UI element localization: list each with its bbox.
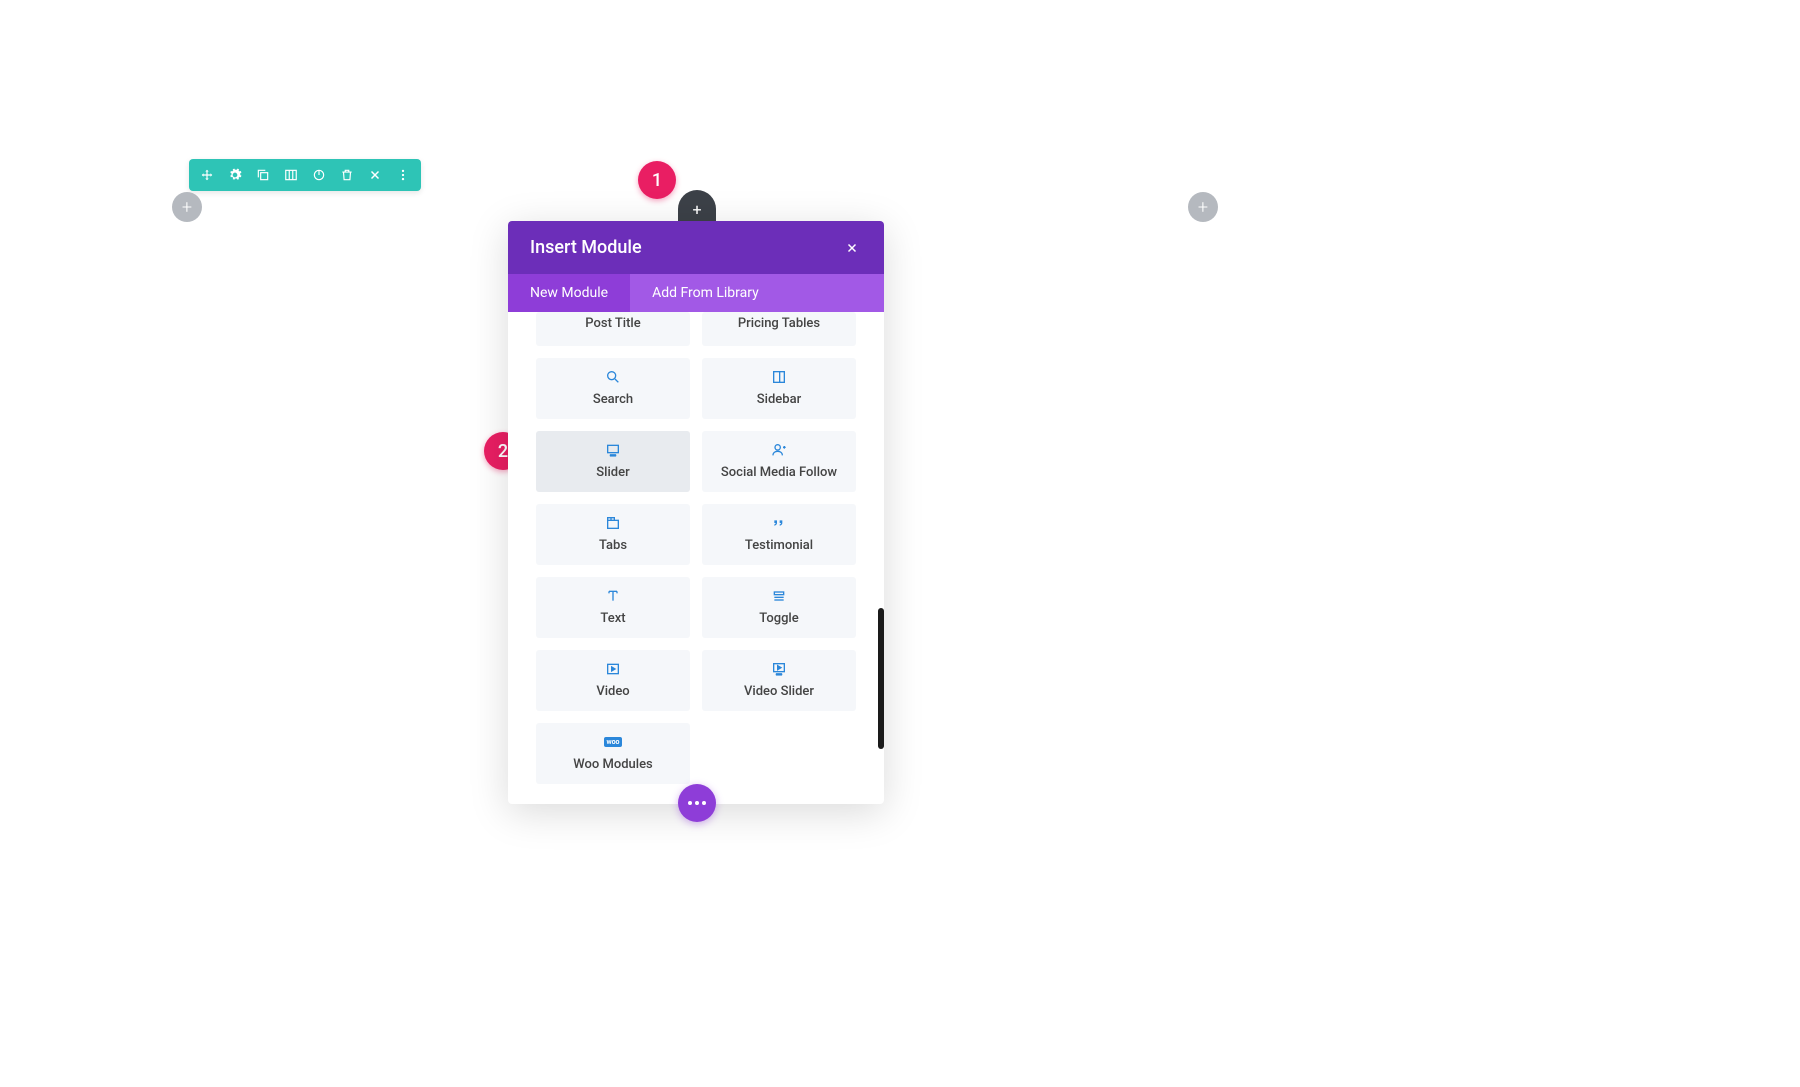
modal-header: Insert Module — [508, 221, 884, 274]
woo-icon: woo — [604, 733, 622, 751]
trash-icon[interactable] — [339, 167, 355, 183]
module-video-slider[interactable]: Video Slider — [702, 650, 856, 711]
module-slider[interactable]: Slider — [536, 431, 690, 492]
module-post-title[interactable]: Post Title — [536, 312, 690, 346]
add-column-left-button[interactable]: + — [172, 192, 202, 222]
sidebar-icon — [770, 368, 788, 386]
module-toggle[interactable]: Toggle — [702, 577, 856, 638]
video-icon — [604, 660, 622, 678]
module-testimonial[interactable]: Testimonial — [702, 504, 856, 565]
module-grid: Post Title Pricing Tables Search Sidebar — [536, 312, 856, 784]
more-icon[interactable] — [395, 167, 411, 183]
module-label: Pricing Tables — [738, 316, 820, 331]
module-label: Sidebar — [757, 392, 801, 407]
tab-new-module[interactable]: New Module — [508, 274, 630, 312]
columns-icon[interactable] — [283, 167, 299, 183]
module-label: Woo Modules — [573, 757, 653, 772]
module-video[interactable]: Video — [536, 650, 690, 711]
quote-icon — [770, 514, 788, 532]
module-label: Search — [593, 392, 633, 407]
module-label: Toggle — [759, 611, 798, 626]
module-label: Post Title — [585, 316, 640, 331]
slider-icon — [604, 441, 622, 459]
toggle-icon — [770, 587, 788, 605]
module-label: Video — [596, 684, 629, 699]
search-icon — [604, 368, 622, 386]
module-search[interactable]: Search — [536, 358, 690, 419]
tabs-icon — [604, 514, 622, 532]
tab-add-from-library[interactable]: Add From Library — [630, 274, 781, 312]
module-woo[interactable]: woo Woo Modules — [536, 723, 690, 784]
add-column-right-button[interactable]: + — [1188, 192, 1218, 222]
scrollbar[interactable] — [878, 608, 884, 749]
video-slider-icon — [770, 660, 788, 678]
modal-body: Post Title Pricing Tables Search Sidebar — [508, 312, 884, 804]
duplicate-icon[interactable] — [255, 167, 271, 183]
module-tabs[interactable]: Tabs — [536, 504, 690, 565]
gear-icon[interactable] — [227, 167, 243, 183]
module-label: Social Media Follow — [721, 465, 837, 480]
close-icon[interactable] — [842, 238, 862, 258]
annotation-marker-1: 1 — [638, 161, 676, 199]
module-label: Text — [600, 611, 625, 626]
move-icon[interactable] — [199, 167, 215, 183]
section-toolbar — [189, 159, 421, 191]
close-icon[interactable] — [367, 167, 383, 183]
insert-module-modal: Insert Module New Module Add From Librar… — [508, 221, 884, 804]
module-pricing-tables[interactable]: Pricing Tables — [702, 312, 856, 346]
module-label: Testimonial — [745, 538, 813, 553]
power-icon[interactable] — [311, 167, 327, 183]
modal-title: Insert Module — [530, 237, 642, 258]
social-icon — [770, 441, 788, 459]
module-label: Video Slider — [744, 684, 814, 699]
module-label: Tabs — [599, 538, 627, 553]
module-text[interactable]: Text — [536, 577, 690, 638]
module-label: Slider — [596, 465, 629, 480]
modal-tabs: New Module Add From Library — [508, 274, 884, 312]
module-sidebar[interactable]: Sidebar — [702, 358, 856, 419]
module-social-media-follow[interactable]: Social Media Follow — [702, 431, 856, 492]
dots-icon — [688, 801, 706, 805]
page-settings-button[interactable] — [678, 784, 716, 822]
text-icon — [604, 587, 622, 605]
